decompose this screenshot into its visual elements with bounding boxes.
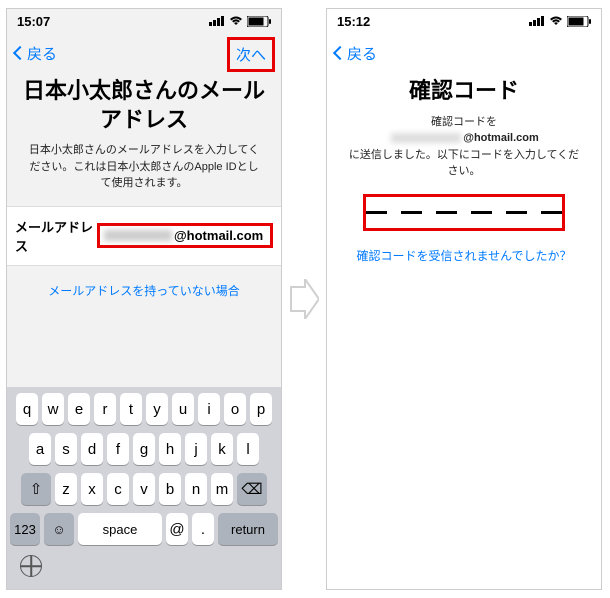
status-time: 15:07 bbox=[17, 14, 50, 29]
globe-row bbox=[10, 551, 278, 581]
key-a[interactable]: a bbox=[29, 433, 51, 465]
key-w[interactable]: w bbox=[42, 393, 64, 425]
key-r[interactable]: r bbox=[94, 393, 116, 425]
content-area: 日本小太郎さんのメールアドレス 日本小太郎さんのメールアドレスを入力してください… bbox=[7, 73, 281, 589]
next-label: 次へ bbox=[236, 47, 266, 64]
status-bar: 15:07 bbox=[7, 9, 281, 33]
key-q[interactable]: q bbox=[16, 393, 38, 425]
key-h[interactable]: h bbox=[159, 433, 181, 465]
key-s[interactable]: s bbox=[55, 433, 77, 465]
status-icons bbox=[529, 16, 591, 27]
key-d[interactable]: d bbox=[81, 433, 103, 465]
email-redacted bbox=[391, 133, 461, 143]
code-digit bbox=[541, 211, 562, 214]
status-bar: 15:12 bbox=[327, 9, 601, 33]
nav-bar: 戻る 次へ bbox=[7, 33, 281, 73]
code-digit bbox=[366, 211, 387, 214]
key-m[interactable]: m bbox=[211, 473, 233, 505]
key-shift[interactable]: ⇧ bbox=[21, 473, 51, 505]
keyboard: q w e r t y u i o p a s d f g h bbox=[7, 387, 281, 589]
key-t[interactable]: t bbox=[120, 393, 142, 425]
keyboard-row-3: ⇧ z x c v b n m ⌫ bbox=[10, 473, 278, 505]
verification-code-input[interactable] bbox=[363, 194, 565, 231]
key-c[interactable]: c bbox=[107, 473, 129, 505]
key-y[interactable]: y bbox=[146, 393, 168, 425]
key-g[interactable]: g bbox=[133, 433, 155, 465]
chevron-left-icon bbox=[13, 46, 27, 60]
wifi-icon bbox=[229, 16, 243, 26]
wifi-icon bbox=[549, 16, 563, 26]
back-button[interactable]: 戻る bbox=[15, 43, 57, 64]
email-label: メールアドレス bbox=[15, 217, 97, 255]
no-email-link[interactable]: メールアドレスを持っていない場合 bbox=[7, 266, 281, 315]
flow-arrow bbox=[286, 275, 322, 323]
nav-bar: 戻る bbox=[327, 33, 601, 73]
back-label: 戻る bbox=[347, 43, 377, 64]
content-area: 確認コード 確認コードを @hotmail.com に送信しました。以下にコード… bbox=[327, 73, 601, 589]
key-delete[interactable]: ⌫ bbox=[237, 473, 267, 505]
key-n[interactable]: n bbox=[185, 473, 207, 505]
back-label: 戻る bbox=[27, 43, 57, 64]
key-x[interactable]: x bbox=[81, 473, 103, 505]
page-title: 日本小太郎さんのメールアドレス bbox=[7, 73, 281, 142]
key-dot[interactable]: . bbox=[192, 513, 214, 545]
key-j[interactable]: j bbox=[185, 433, 207, 465]
code-digit bbox=[506, 211, 527, 214]
key-u[interactable]: u bbox=[172, 393, 194, 425]
keyboard-row-4: 123 ☺ space @ . return bbox=[10, 513, 278, 545]
key-v[interactable]: v bbox=[133, 473, 155, 505]
key-l[interactable]: l bbox=[237, 433, 259, 465]
code-digit bbox=[471, 211, 492, 214]
email-field-row[interactable]: メールアドレス @hotmail.com bbox=[7, 206, 281, 266]
key-z[interactable]: z bbox=[55, 473, 77, 505]
desc-email-domain: @hotmail.com bbox=[463, 132, 539, 144]
key-e[interactable]: e bbox=[68, 393, 90, 425]
code-digit bbox=[436, 211, 457, 214]
key-f[interactable]: f bbox=[107, 433, 129, 465]
key-b[interactable]: b bbox=[159, 473, 181, 505]
phone-screen-code: 15:12 戻る 確認コード 確認コードを @hotmail.com に送信しま… bbox=[326, 8, 602, 590]
email-domain: @hotmail.com bbox=[174, 228, 263, 243]
key-return[interactable]: return bbox=[218, 513, 278, 545]
signal-icon bbox=[529, 16, 545, 26]
email-redacted bbox=[104, 230, 172, 241]
battery-icon bbox=[567, 16, 591, 27]
battery-icon bbox=[247, 16, 271, 27]
page-title: 確認コード bbox=[327, 73, 601, 114]
status-icons bbox=[209, 16, 271, 27]
key-emoji[interactable]: ☺ bbox=[44, 513, 74, 545]
back-button[interactable]: 戻る bbox=[335, 43, 377, 64]
desc-line1: 確認コードを bbox=[431, 116, 497, 128]
key-123[interactable]: 123 bbox=[10, 513, 40, 545]
desc-line2: に送信しました。以下にコードを入力してください。 bbox=[349, 149, 579, 178]
phone-screen-email: 15:07 戻る 次へ 日本小太郎さんのメールアドレス 日本小太郎さんのメールア… bbox=[6, 8, 282, 590]
resend-code-link[interactable]: 確認コードを受信されませんでしたか？ bbox=[327, 231, 601, 280]
key-p[interactable]: p bbox=[250, 393, 272, 425]
key-o[interactable]: o bbox=[224, 393, 246, 425]
signal-icon bbox=[209, 16, 225, 26]
key-k[interactable]: k bbox=[211, 433, 233, 465]
code-digit bbox=[401, 211, 422, 214]
page-description: 日本小太郎さんのメールアドレスを入力してください。これは日本小太郎さんのAppl… bbox=[7, 142, 281, 206]
next-button[interactable]: 次へ bbox=[227, 37, 275, 72]
keyboard-row-2: a s d f g h j k l bbox=[10, 433, 278, 465]
page-description: 確認コードを @hotmail.com に送信しました。以下にコードを入力してく… bbox=[327, 114, 601, 194]
key-i[interactable]: i bbox=[198, 393, 220, 425]
keyboard-row-1: q w e r t y u i o p bbox=[10, 393, 278, 425]
key-space[interactable]: space bbox=[78, 513, 162, 545]
chevron-left-icon bbox=[333, 46, 347, 60]
email-input[interactable]: @hotmail.com bbox=[97, 223, 273, 248]
status-time: 15:12 bbox=[337, 14, 370, 29]
key-at[interactable]: @ bbox=[166, 513, 188, 545]
globe-icon[interactable] bbox=[20, 555, 42, 577]
